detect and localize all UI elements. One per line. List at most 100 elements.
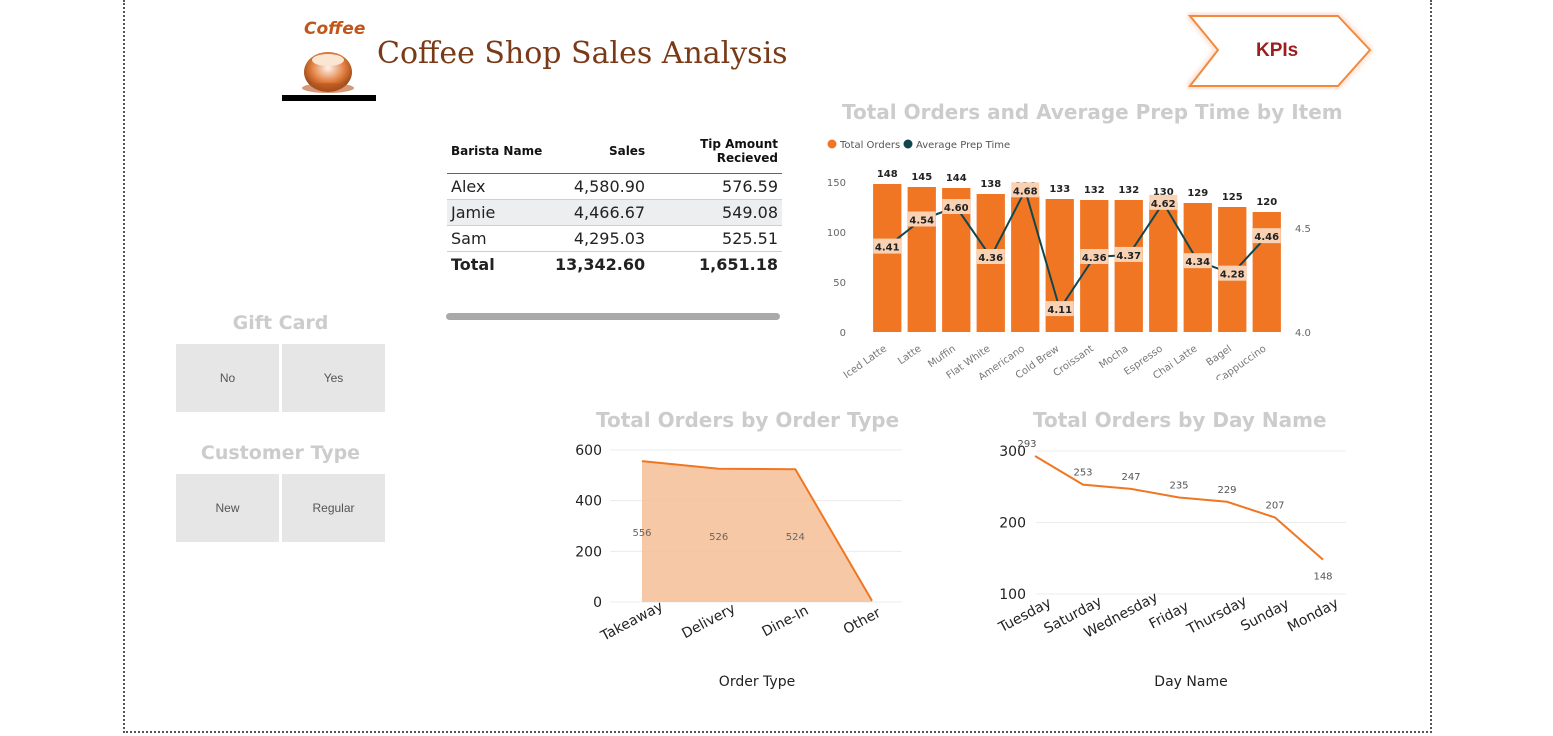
bar-data-label: 148 xyxy=(877,169,898,180)
barista-name-cell: Sam xyxy=(447,225,551,252)
line-data-label: 4.41 xyxy=(875,243,900,254)
barista-name-cell: Alex xyxy=(447,173,551,200)
line-data-label: 4.37 xyxy=(1116,251,1141,262)
y-tick-label: 0 xyxy=(593,595,602,611)
sales-cell: 4,580.90 xyxy=(551,173,650,200)
y-tick-label: 100 xyxy=(999,587,1026,603)
bar-data-label: 144 xyxy=(946,173,967,184)
y-tick-label: 400 xyxy=(575,494,602,510)
sales-cell: 4,466.67 xyxy=(551,199,650,226)
item-chart-title: Total Orders and Average Prep Time by It… xyxy=(842,100,1343,124)
bar-data-label: 133 xyxy=(1049,184,1070,195)
area-fill xyxy=(642,461,872,602)
bar-data-label: 132 xyxy=(1084,185,1105,196)
order-type-chart-title: Total Orders by Order Type xyxy=(596,408,900,432)
sales-cell: 4,295.03 xyxy=(551,225,650,252)
bar-data-label: 138 xyxy=(980,179,1001,190)
total-sales-cell: 13,342.60 xyxy=(551,251,650,277)
table-row[interactable]: Alex 4,580.90 576.59 xyxy=(447,173,782,200)
order-type-area-chart[interactable]: 0 200 400 600 556 526 524 Takeaway Delivery Dine-… xyxy=(560,435,920,695)
y-tick-label: 50 xyxy=(833,278,846,289)
line-data-label: 4.54 xyxy=(909,216,934,227)
x-tick-label: Bagel xyxy=(1204,343,1233,368)
table-header-row: Barista Name Sales Tip Amount Recieved xyxy=(447,134,782,174)
y-tick-label: 200 xyxy=(999,516,1026,532)
data-label: 148 xyxy=(1313,572,1332,583)
logo-bar xyxy=(282,95,376,101)
x-tick-label: Delivery xyxy=(679,601,738,642)
line-data-label: 4.62 xyxy=(1151,199,1176,210)
customer-type-option-regular[interactable]: Regular xyxy=(282,474,385,542)
x-axis-title: Day Name xyxy=(1154,674,1227,690)
line-data-label: 4.46 xyxy=(1254,232,1279,243)
bar-data-label: 125 xyxy=(1222,192,1243,203)
coffee-logo-icon: Coffee xyxy=(302,19,365,93)
barista-table: Barista Name Sales Tip Amount Recieved A… xyxy=(447,134,782,277)
x-axis-title: Order Type xyxy=(719,674,795,690)
legend-marker-total-orders xyxy=(827,139,837,149)
data-label: 207 xyxy=(1265,500,1284,511)
column-header-barista[interactable]: Barista Name xyxy=(447,134,551,174)
bar xyxy=(1080,200,1109,332)
legend-label-total-orders: Total Orders xyxy=(839,140,900,151)
total-label-cell: Total xyxy=(447,251,551,277)
bar-data-label: 145 xyxy=(911,172,932,183)
page-title: Coffee Shop Sales Analysis xyxy=(377,36,788,71)
gift-card-option-no[interactable]: No xyxy=(176,344,279,412)
x-tick-label: Other xyxy=(841,605,884,638)
line-data-label: 4.68 xyxy=(1013,186,1038,197)
line-data-label: 4.36 xyxy=(1082,253,1107,264)
item-combo-chart[interactable]: Total Orders Average Prep Time 0 50 100 150 4.… xyxy=(820,130,1320,380)
data-label: 247 xyxy=(1121,472,1140,483)
bar-data-label: 120 xyxy=(1256,197,1277,208)
bar xyxy=(873,184,902,332)
x-tick-label: Latte xyxy=(896,343,923,367)
gift-card-option-yes[interactable]: Yes xyxy=(282,344,385,412)
gift-card-slicer-title: Gift Card xyxy=(232,312,329,334)
table-row[interactable]: Sam 4,295.03 525.51 xyxy=(447,225,782,252)
data-label: 235 xyxy=(1169,480,1188,491)
legend-label-avg-prep: Average Prep Time xyxy=(916,140,1010,151)
day-chart-title: Total Orders by Day Name xyxy=(1033,408,1327,432)
line-data-label: 4.60 xyxy=(944,203,969,214)
day-line-chart[interactable]: 100200300293253 247235 229207148TuesdaySat… xyxy=(990,435,1360,695)
y2-tick-label: 4.0 xyxy=(1295,328,1311,339)
logo-lettering: Coffee xyxy=(304,19,365,39)
y-tick-label: 150 xyxy=(827,178,846,189)
x-tick-label: Takeaway xyxy=(597,598,665,644)
line-data-label: 4.34 xyxy=(1185,257,1210,268)
tip-cell: 525.51 xyxy=(649,225,782,252)
bar xyxy=(1011,196,1040,332)
data-label: 524 xyxy=(786,532,805,543)
customer-type-option-new[interactable]: New xyxy=(176,474,279,542)
legend-marker-avg-prep xyxy=(903,139,913,149)
x-tick-label: Monday xyxy=(1285,595,1341,635)
x-tick-label: Iced Latte xyxy=(842,343,889,380)
x-tick-label: Thursday xyxy=(1184,593,1250,638)
x-tick-label: Dine-In xyxy=(760,603,812,641)
y-tick-label: 600 xyxy=(575,443,602,459)
kpi-button-label[interactable]: KPIs xyxy=(1256,40,1298,62)
column-header-tip[interactable]: Tip Amount Recieved xyxy=(649,134,782,174)
customer-type-slicer-title: Customer Type xyxy=(200,442,361,464)
tip-cell: 576.59 xyxy=(649,173,782,200)
table-total-row: Total 13,342.60 1,651.18 xyxy=(447,251,782,277)
y2-tick-label: 4.5 xyxy=(1295,224,1311,235)
data-label: 526 xyxy=(709,532,728,543)
data-label: 253 xyxy=(1073,468,1092,479)
table-scrollbar[interactable] xyxy=(446,313,780,320)
barista-name-cell: Jamie xyxy=(447,199,551,226)
data-label: 229 xyxy=(1217,485,1236,496)
data-label: 293 xyxy=(1017,439,1036,450)
line-data-label: 4.11 xyxy=(1047,305,1072,316)
line-data-label: 4.28 xyxy=(1220,270,1245,281)
column-header-sales[interactable]: Sales xyxy=(551,134,650,174)
bar xyxy=(907,187,936,332)
data-label: 556 xyxy=(632,528,651,539)
y-tick-label: 0 xyxy=(840,328,846,339)
y-tick-label: 200 xyxy=(575,544,602,560)
table-row[interactable]: Jamie 4,466.67 549.08 xyxy=(447,199,782,226)
line-data-label: 4.36 xyxy=(978,253,1003,264)
y-tick-label: 100 xyxy=(827,228,846,239)
bar-data-label: 132 xyxy=(1118,185,1139,196)
